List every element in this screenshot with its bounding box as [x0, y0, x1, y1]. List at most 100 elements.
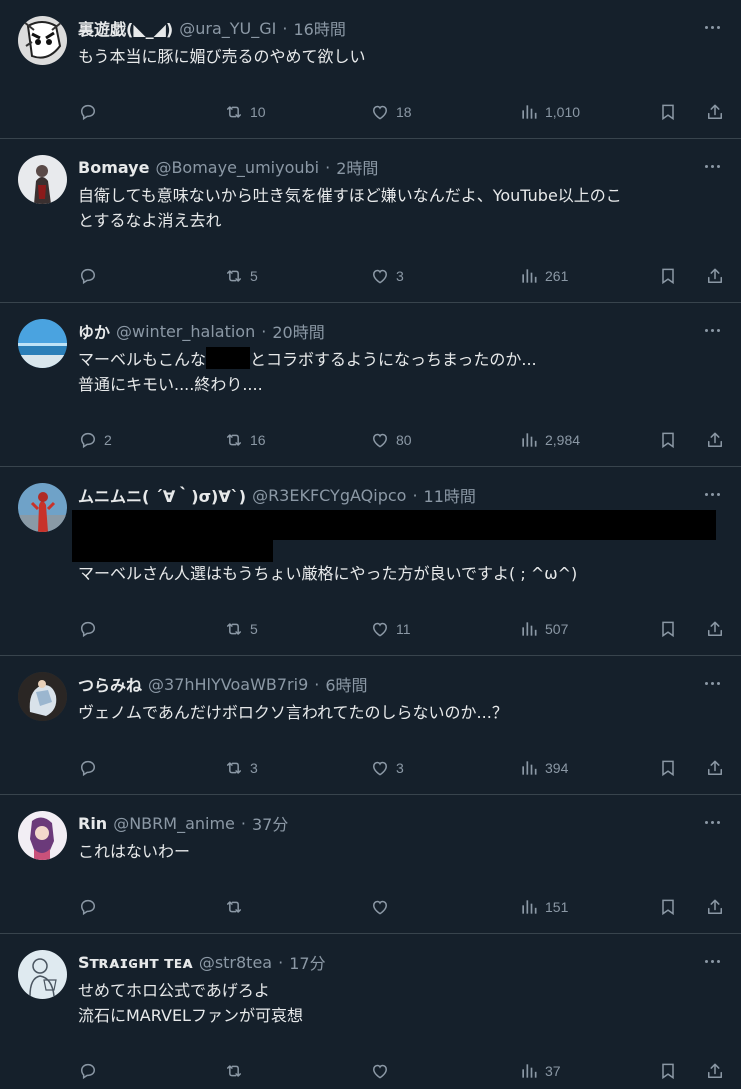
share-icon [705, 430, 725, 450]
avatar[interactable] [18, 16, 67, 65]
tweet-item[interactable]: 裏遊戯(◣_◢) @ura_YU_GI · 16時間 もう本当に豚に媚び売るのや… [0, 0, 741, 139]
like-button[interactable]: 3 [370, 266, 404, 286]
user-handle[interactable]: @ura_YU_GI [179, 19, 276, 38]
tweet-header: つらみね @37hHlYVoaWB7ri9 · 6時間 [78, 672, 701, 696]
reply-button[interactable] [78, 1061, 104, 1081]
share-icon [705, 266, 725, 286]
timestamp[interactable]: 11時間 [424, 483, 476, 507]
display-name[interactable]: Sᴛʀᴀɪɢʜᴛ ᴛᴇᴀ [78, 953, 193, 972]
share-button[interactable] [705, 1061, 725, 1081]
timestamp[interactable]: 6時間 [325, 672, 367, 696]
reply-button[interactable]: 2 [78, 430, 112, 450]
tweet-item[interactable]: つらみね @37hHlYVoaWB7ri9 · 6時間 ヴェノムであんだけボロク… [0, 656, 741, 795]
display-name[interactable]: つらみね [78, 672, 142, 696]
tweet-item[interactable]: Sᴛʀᴀɪɢʜᴛ ᴛᴇᴀ @str8tea · 17分 せめてホロ公式であげろよ… [0, 934, 741, 1089]
views-button[interactable]: 1,010 [519, 102, 580, 122]
view-count: 2,984 [545, 432, 581, 448]
like-button[interactable]: 80 [370, 430, 412, 450]
separator-dot: · [412, 485, 418, 505]
like-button[interactable]: 18 [370, 102, 412, 122]
heart-icon [370, 266, 390, 286]
avatar[interactable] [18, 950, 67, 999]
share-button[interactable] [705, 619, 725, 639]
bookmark-button[interactable] [658, 758, 678, 778]
like-button[interactable]: 3 [370, 758, 404, 778]
share-button[interactable] [705, 897, 725, 917]
timestamp[interactable]: 2時間 [336, 155, 378, 179]
avatar[interactable] [18, 483, 67, 532]
more-dots-icon[interactable] [701, 319, 723, 341]
reply-icon [78, 758, 98, 778]
more-dots-icon[interactable] [701, 672, 723, 694]
retweet-button[interactable]: 10 [224, 102, 266, 122]
share-button[interactable] [705, 102, 725, 122]
bookmark-button[interactable] [658, 619, 678, 639]
display-name[interactable]: ゆか [78, 319, 110, 343]
share-button[interactable] [705, 758, 725, 778]
action-bar: 10 18 1,010 [78, 101, 725, 123]
tweet-item[interactable]: ゆか @winter_halation · 20時間 マーベルもこんな とコラボす… [0, 303, 741, 467]
reply-button[interactable] [78, 758, 104, 778]
more-dots-icon[interactable] [701, 16, 723, 38]
reply-button[interactable] [78, 897, 104, 917]
like-button[interactable]: 11 [370, 619, 411, 639]
user-handle[interactable]: @37hHlYVoaWB7ri9 [148, 675, 308, 694]
display-name[interactable]: 裏遊戯(◣_◢) [78, 16, 173, 40]
reply-icon [78, 897, 98, 917]
like-button[interactable] [370, 897, 396, 917]
display-name[interactable]: Rin [78, 814, 107, 833]
like-button[interactable] [370, 1061, 396, 1081]
avatar[interactable] [18, 319, 67, 368]
tweet-header: ゆか @winter_halation · 20時間 [78, 319, 701, 343]
action-bar: 2 16 80 2,984 [78, 429, 725, 451]
more-dots-icon[interactable] [701, 811, 723, 833]
views-button[interactable]: 2,984 [519, 430, 580, 450]
retweet-button[interactable]: 5 [224, 619, 258, 639]
separator-dot: · [325, 157, 331, 177]
tweet-item[interactable]: ムニムニ( ´∀｀)σ)∀`) @R3EKFCYgAQipco · 11時間 マ… [0, 467, 741, 656]
tweet-item[interactable]: Bomaye @Bomaye_umiyoubi · 2時間 自衛しても意味ないか… [0, 139, 741, 303]
timestamp[interactable]: 37分 [252, 811, 288, 835]
user-handle[interactable]: @R3EKFCYgAQipco [252, 486, 406, 505]
bookmark-button[interactable] [658, 266, 678, 286]
display-name[interactable]: Bomaye [78, 158, 149, 177]
reply-button[interactable] [78, 102, 104, 122]
retweet-button[interactable]: 5 [224, 266, 258, 286]
timestamp[interactable]: 17分 [289, 950, 325, 974]
heart-icon [370, 102, 390, 122]
retweet-button[interactable] [224, 897, 250, 917]
user-handle[interactable]: @Bomaye_umiyoubi [155, 158, 319, 177]
reply-button[interactable] [78, 619, 104, 639]
user-handle[interactable]: @NBRM_anime [113, 814, 235, 833]
views-button[interactable]: 507 [519, 619, 568, 639]
display-name[interactable]: ムニムニ( ´∀｀)σ)∀`) [78, 483, 246, 507]
user-handle[interactable]: @winter_halation [116, 322, 255, 341]
share-button[interactable] [705, 430, 725, 450]
more-dots-icon[interactable] [701, 950, 723, 972]
views-button[interactable]: 151 [519, 897, 568, 917]
bookmark-button[interactable] [658, 102, 678, 122]
views-button[interactable]: 394 [519, 758, 568, 778]
tweet-text-line: 自衛しても意味ないから吐き気を催すほど嫌いなんだよ、YouTube以上のこ [78, 186, 622, 205]
retweet-icon [224, 758, 244, 778]
avatar[interactable] [18, 155, 67, 204]
avatar[interactable] [18, 811, 67, 860]
timestamp[interactable]: 20時間 [272, 319, 324, 343]
retweet-button[interactable]: 16 [224, 430, 266, 450]
bookmark-button[interactable] [658, 897, 678, 917]
bookmark-button[interactable] [658, 430, 678, 450]
tweet-text-line: ヴェノムであんだけボロクソ言われてたのしらないのか...？ [78, 703, 508, 722]
more-dots-icon[interactable] [701, 483, 723, 505]
retweet-button[interactable]: 3 [224, 758, 258, 778]
views-button[interactable]: 261 [519, 266, 568, 286]
bookmark-button[interactable] [658, 1061, 678, 1081]
reply-button[interactable] [78, 266, 104, 286]
tweet-item[interactable]: Rin @NBRM_anime · 37分 これはないわー 151 [0, 795, 741, 934]
share-button[interactable] [705, 266, 725, 286]
retweet-button[interactable] [224, 1061, 250, 1081]
more-dots-icon[interactable] [701, 155, 723, 177]
avatar[interactable] [18, 672, 67, 721]
views-button[interactable]: 37 [519, 1061, 561, 1081]
user-handle[interactable]: @str8tea [199, 953, 272, 972]
timestamp[interactable]: 16時間 [293, 16, 345, 40]
